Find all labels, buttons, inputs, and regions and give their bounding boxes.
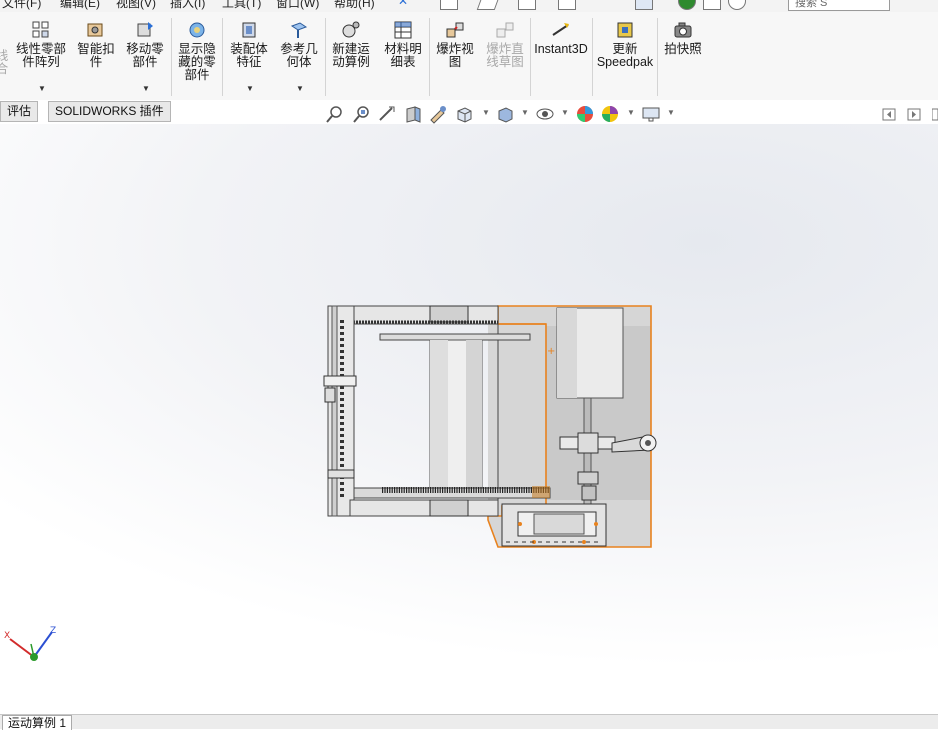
chevron-down-icon[interactable]: ▼ [521,108,529,117]
camera-icon [674,22,692,38]
update-speedpak-label: 更新 Speedpak [596,42,654,69]
previous-view-icon[interactable] [377,104,397,124]
reference-geometry-label: 参考几 何体 [280,42,318,69]
menu-help[interactable]: 帮助(H) [334,0,375,11]
ribbon-divider [222,18,223,96]
bill-of-materials-label: 材料明 细表 [384,42,422,69]
new-motion-study-label: 新建运 动算例 [332,42,370,69]
chevron-down-icon[interactable]: ▼ [482,108,490,117]
triad-z-label: Z [50,626,56,636]
tab-solidworks-addins[interactable]: SOLIDWORKS 插件 [48,101,171,122]
chevron-down-icon[interactable]: ▼ [667,108,675,117]
command-manager: 线 合 线性零部 件阵列 ▼ 智能扣 件 移动零 部件 ▼ 显示隐 藏的零 部件 [0,12,938,101]
hide-show-items-icon[interactable] [535,104,555,124]
new-document-icon[interactable] [440,0,458,10]
partial-left-label: 线 合 [0,49,9,76]
view-settings-icon[interactable] [641,104,661,124]
file-properties-icon[interactable] [703,0,721,10]
triad-x-label: X [4,631,10,641]
select-icon[interactable] [635,0,653,10]
edit-appearance-icon[interactable] [575,104,595,124]
instant3d-button[interactable]: Instant3D [533,12,589,96]
reference-geometry-button[interactable]: 参考几 何体 ▼ [276,12,322,96]
move-component-button[interactable]: 移动零 部件 ▼ [122,12,168,96]
move-component-icon [137,22,153,37]
chevron-down-icon[interactable]: ▼ [142,82,150,95]
linear-component-pattern-label: 线性零部 件阵列 [15,42,66,69]
print-icon[interactable] [558,0,576,10]
partial-left-button[interactable]: 线 合 [0,12,10,96]
section-view-icon[interactable] [403,104,423,124]
search-input[interactable]: 搜索 S [788,0,890,11]
show-hidden-components-button[interactable]: 显示隐 藏的零 部件 [175,12,219,96]
assembly-model[interactable]: + [320,300,660,556]
speedpak-icon [617,22,633,38]
chevron-down-icon[interactable]: ▼ [627,108,635,117]
ribbon-divider [171,18,172,96]
exploded-view-label: 爆炸视 图 [436,42,474,69]
display-style-icon[interactable] [495,104,515,124]
coordinate-triad: X Z [4,626,56,661]
open-icon[interactable] [476,0,502,10]
exploded-view-icon [446,22,464,38]
chevron-down-icon[interactable]: ▼ [246,82,254,95]
take-snapshot-label: 拍快照 [664,42,702,56]
ribbon-divider [325,18,326,96]
ribbon-divider [429,18,430,96]
assembly-features-icon [242,22,256,38]
chevron-down-icon[interactable]: ▼ [561,108,569,117]
take-snapshot-button[interactable]: 拍快照 [660,12,706,96]
zoom-to-area-icon[interactable] [352,104,372,124]
smart-fasteners-icon [87,23,103,37]
motion-study-icon [342,21,360,38]
linear-component-pattern-button[interactable]: 线性零部 件阵列 ▼ [14,12,68,96]
ribbon-divider [592,18,593,96]
options-icon[interactable] [728,0,746,10]
dynamic-annotation-icon[interactable] [428,104,448,124]
show-hidden-components-label: 显示隐 藏的零 部件 [178,42,216,82]
chevron-down-icon[interactable]: ▼ [296,82,304,95]
search-placeholder: 搜索 S [795,0,828,9]
menu-window[interactable]: 窗口(W) [276,0,319,11]
tab-evaluate[interactable]: 评估 [0,101,39,122]
menu-tools[interactable]: 工具(T) [222,0,261,11]
bill-of-materials-icon [394,21,412,39]
update-speedpak-button[interactable]: 更新 Speedpak [596,12,654,96]
smart-fasteners-label: 智能扣 件 [77,42,115,69]
new-motion-study-button[interactable]: 新建运 动算例 [328,12,374,96]
zoom-to-fit-icon[interactable] [325,104,345,124]
assembly-features-label: 装配体 特征 [230,42,268,69]
menu-file[interactable]: 文件(F) [2,0,41,11]
svg-text:+: + [547,346,555,357]
ribbon-divider [657,18,658,96]
chevron-down-icon[interactable]: ▼ [38,82,46,95]
expand-right-icon[interactable] [907,104,921,124]
show-hidden-components-icon [189,22,205,38]
bill-of-materials-button[interactable]: 材料明 细表 [380,12,426,96]
explode-line-sketch-button[interactable]: 爆炸直 线草图 [482,12,528,96]
rebuild-icon[interactable] [678,0,696,10]
assembly-features-button[interactable]: 装配体 特征 ▼ [226,12,272,96]
pin-icon[interactable]: ✕ [398,0,408,8]
view-orientation-icon[interactable] [454,104,474,124]
menu-view[interactable]: 视图(V) [116,0,156,11]
save-icon[interactable] [518,0,536,10]
reference-geometry-icon [290,22,308,38]
exploded-view-button[interactable]: 爆炸视 图 [432,12,478,96]
instant3d-icon [552,23,569,36]
move-component-label: 移动零 部件 [126,42,164,69]
menu-insert[interactable]: 插入(I) [170,0,205,11]
ribbon-divider [530,18,531,96]
bottom-tab-bar: 运动算例 1 [0,714,938,730]
menu-edit[interactable]: 编辑(E) [60,0,100,11]
linear-pattern-icon [32,21,49,38]
collapse-left-icon[interactable] [882,104,896,124]
explode-line-sketch-icon [496,22,514,38]
smart-fasteners-button[interactable]: 智能扣 件 [74,12,118,96]
task-pane-edge[interactable] [932,104,938,124]
explode-line-sketch-label: 爆炸直 线草图 [486,42,524,69]
apply-scene-icon[interactable] [600,104,620,124]
instant3d-label: Instant3D [534,42,588,56]
